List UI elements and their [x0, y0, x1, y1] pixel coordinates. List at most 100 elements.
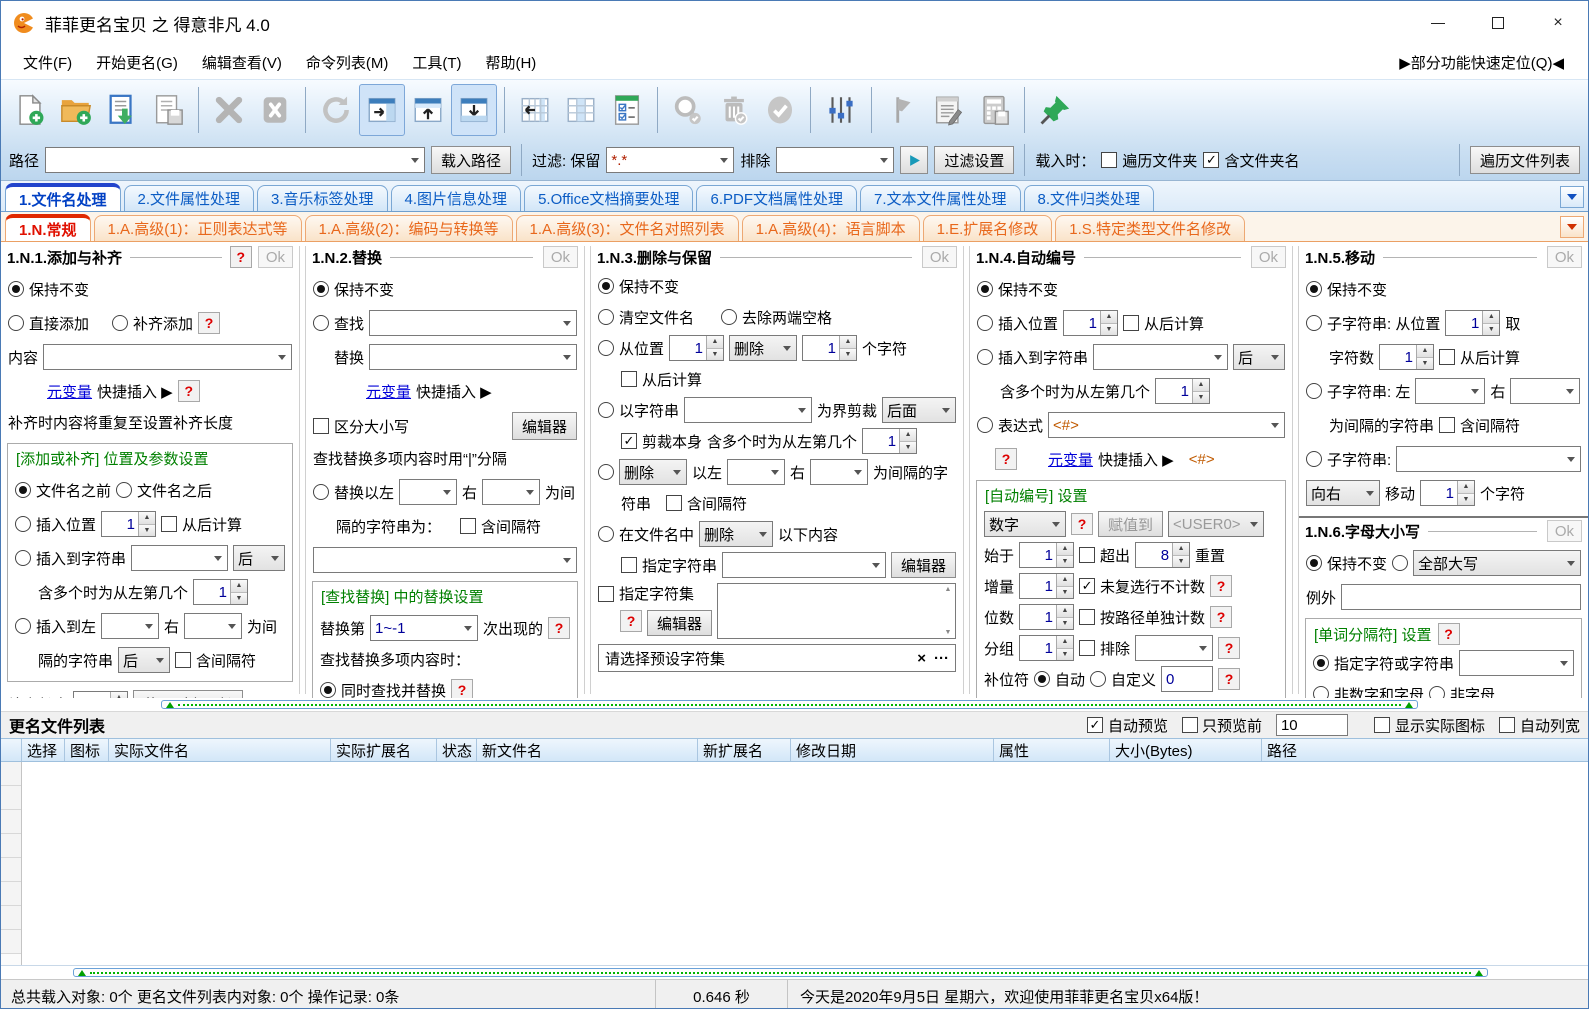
p3-trim-spaces-radio[interactable]: 去除两端空格: [721, 307, 832, 328]
p4-exclude-combobox[interactable]: [1135, 635, 1214, 661]
p1-pad-add-radio[interactable]: 补齐添加: [112, 313, 193, 334]
p1-insert-string-combobox[interactable]: [131, 545, 228, 571]
menu-item-start-rename[interactable]: 开始更名(G): [84, 48, 190, 77]
p2-separator-value-combobox[interactable]: [313, 547, 577, 573]
load-path-button[interactable]: 载入路径: [431, 146, 512, 174]
checklist-options-button[interactable]: [604, 84, 650, 136]
p2-include-separator-checkbox[interactable]: 含间隔符: [460, 516, 541, 537]
p1-insert-to-string-radio[interactable]: 插入到字符串: [15, 548, 126, 569]
spin-buttons[interactable]: ▲▼: [839, 336, 857, 360]
command-list-edit-button[interactable]: [925, 84, 971, 136]
apply-filter-button[interactable]: [900, 146, 929, 174]
tab-normal[interactable]: 1.N.常规: [5, 214, 91, 241]
p4-insert-string-combobox[interactable]: [1093, 344, 1228, 370]
p2-nth-combobox[interactable]: 1~-1: [370, 615, 478, 641]
p2-find-combobox[interactable]: [369, 310, 577, 336]
column-path[interactable]: 路径: [1262, 739, 1588, 761]
tab-image-info[interactable]: 4.图片信息处理: [390, 185, 522, 211]
column-new-filename[interactable]: 新文件名: [477, 739, 698, 761]
p3-crop-side-dropdown[interactable]: 后面: [882, 397, 956, 423]
help-button[interactable]: ?: [1218, 637, 1241, 659]
ok-button[interactable]: Ok: [1546, 246, 1582, 268]
path-combobox[interactable]: [45, 147, 426, 173]
p4-custom-pad-input[interactable]: 0: [1161, 666, 1214, 692]
spin-buttons[interactable]: ▲▼: [1056, 574, 1074, 598]
pane-bottom-button[interactable]: [451, 84, 497, 136]
p4-overflow-checkbox[interactable]: 超出: [1079, 545, 1130, 566]
column-status[interactable]: 状态: [437, 739, 477, 761]
p3-left-combobox[interactable]: [727, 459, 786, 485]
p3-in-filename-radio[interactable]: 在文件名中: [598, 524, 694, 545]
p3-delete-between-radio[interactable]: [598, 464, 614, 480]
column-icon[interactable]: 图标: [65, 739, 109, 761]
p2-replace-between-radio[interactable]: 替换以左: [313, 482, 394, 503]
p1-insert-pos-stepper[interactable]: 1 ▲ ▼: [101, 511, 157, 537]
delete-verify-button[interactable]: [711, 84, 757, 136]
help-button[interactable]: ?: [1071, 513, 1093, 535]
file-table-body[interactable]: [1, 762, 1588, 966]
p3-delete-keep-dropdown2[interactable]: 删除: [619, 459, 687, 485]
p3-keep-radio[interactable]: 保持不变: [598, 276, 679, 297]
p3-delete-keep-dropdown[interactable]: 删除: [729, 335, 798, 361]
traverse-file-list-button[interactable]: 遍历文件列表: [1469, 146, 1580, 174]
ok-button[interactable]: Ok: [257, 246, 293, 268]
refresh-button[interactable]: [313, 84, 359, 136]
tab-advanced-script[interactable]: 1.A.高级(4)：语言脚本: [741, 215, 920, 241]
p4-number-type-dropdown[interactable]: 数字: [984, 511, 1066, 537]
more-button[interactable]: ···: [934, 650, 949, 667]
preview-first-checkbox[interactable]: 只预览前: [1181, 715, 1262, 736]
menu-item-help[interactable]: 帮助(H): [473, 48, 548, 77]
column-select[interactable]: 选择: [22, 739, 65, 761]
filter-keep-combobox[interactable]: *.*: [606, 147, 735, 173]
save-file-list-button[interactable]: [145, 84, 191, 136]
p3-preset-charset-picker[interactable]: 请选择预设字符集 × ···: [598, 644, 956, 672]
tab-file-attribute[interactable]: 2.文件属性处理: [123, 185, 255, 211]
help-button[interactable]: ?: [177, 380, 200, 402]
metavar-link[interactable]: 元变量: [1048, 449, 1093, 470]
p4-grouping-stepper[interactable]: 1 ▲ ▼: [1019, 635, 1075, 661]
p4-increment-stepper[interactable]: 1 ▲ ▼: [1019, 573, 1075, 599]
calculator-button[interactable]: [971, 84, 1017, 136]
delete-item-button[interactable]: [206, 84, 252, 136]
p4-exclude-checkbox[interactable]: 排除: [1079, 638, 1130, 659]
vertical-splitter[interactable]: [584, 246, 591, 694]
p1-pad-length-stepper[interactable]: 8▲▼: [73, 691, 129, 698]
vertical-splitter[interactable]: [963, 246, 970, 694]
spin-buttons[interactable]: ▲▼: [1056, 605, 1074, 629]
help-button[interactable]: ?: [198, 312, 221, 334]
p4-before-after-dropdown[interactable]: 后: [1233, 344, 1285, 370]
p3-specify-string-combobox[interactable]: [722, 552, 886, 578]
spin-buttons[interactable]: ▲▼: [1172, 543, 1190, 567]
help-button[interactable]: ?: [995, 448, 1017, 470]
p6-specify-chars-radio[interactable]: 指定字符或字符串: [1313, 653, 1454, 674]
column-modified-date[interactable]: 修改日期: [791, 739, 994, 761]
p2-replace-combobox[interactable]: [369, 344, 577, 370]
import-file-list-button[interactable]: [99, 84, 145, 136]
menu-item-command-list[interactable]: 命令列表(M): [294, 48, 401, 77]
p4-expression-combobox[interactable]: <#>: [1048, 412, 1285, 438]
help-button[interactable]: ?: [229, 246, 252, 268]
p4-from-end-checkbox[interactable]: 从后计算: [1123, 313, 1204, 334]
spin-buttons[interactable]: ▲▼: [899, 429, 917, 453]
p2-left-combobox[interactable]: [399, 479, 458, 505]
p4-insert-to-string-radio[interactable]: 插入到字符串: [977, 347, 1088, 368]
tab-music-tag[interactable]: 3.音乐标签处理: [257, 185, 388, 211]
metavar-link[interactable]: 元变量: [366, 381, 411, 402]
p4-start-stepper[interactable]: 1 ▲ ▼: [1019, 542, 1075, 568]
p6-keep-radio[interactable]: 保持不变: [1306, 553, 1387, 574]
p4-multi-stepper[interactable]: 1 ▲ ▼: [1155, 378, 1211, 404]
p4-custom-radio[interactable]: 自定义: [1090, 669, 1156, 690]
horizontal-splitter[interactable]: [1, 698, 1588, 711]
column-size-bytes[interactable]: 大小(Bytes): [1110, 739, 1262, 761]
p1-multi-stepper[interactable]: 1 ▲ ▼: [193, 579, 249, 605]
menu-item-tools[interactable]: 工具(T): [400, 48, 473, 77]
p4-auto-radio[interactable]: 自动: [1034, 669, 1085, 690]
p5-pos-stepper[interactable]: 1 ▲ ▼: [1445, 310, 1501, 336]
spin-buttons[interactable]: ▲▼: [1482, 311, 1500, 335]
p3-right-combobox[interactable]: [810, 459, 869, 485]
column-move-left-button[interactable]: [512, 84, 558, 136]
p4-user-var-dropdown[interactable]: <USER0>: [1168, 511, 1265, 537]
p2-right-combobox[interactable]: [482, 479, 541, 505]
p2-find-radio[interactable]: 查找: [313, 313, 364, 334]
exclude-combobox[interactable]: [776, 147, 895, 173]
